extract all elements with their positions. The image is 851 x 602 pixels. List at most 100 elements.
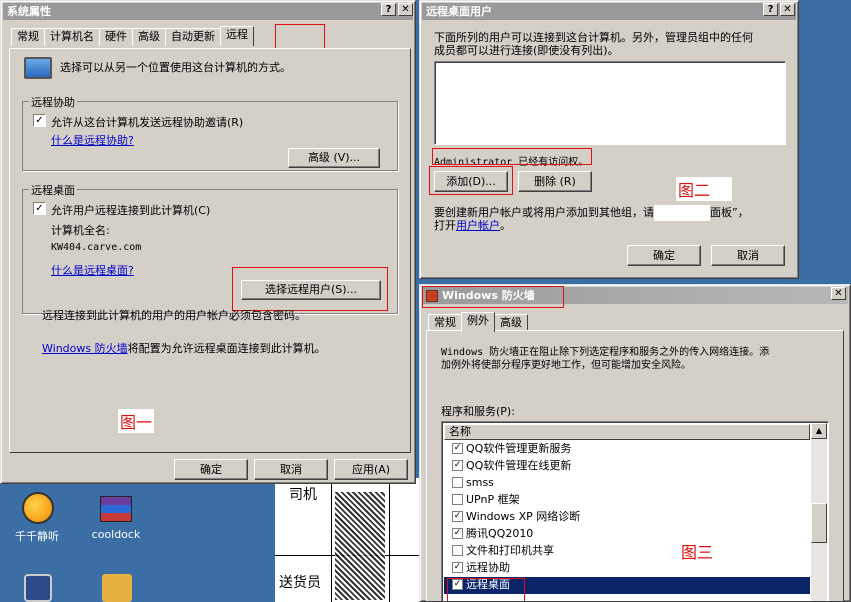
remote-tab-panel: 选择可以从另一个位置使用这台计算机的方式。 远程协助 ✓ 允许从这台计算机发送远… (9, 48, 411, 453)
system-properties-window: 系统属性 ? ✕ 常规 计算机名 硬件 高级 自动更新 远程 选择可以从另一个位… (0, 0, 416, 484)
firewall-list-item[interactable]: ✓ QQ软件管理在线更新 (444, 458, 810, 475)
cancel-button[interactable]: 取消 (711, 245, 785, 266)
doc-delivery-label: 送货员 (279, 575, 321, 591)
firewall-item-label: QQ软件管理在线更新 (466, 459, 572, 472)
firewall-item-label: 文件和打印机共享 (466, 544, 554, 557)
figure-one-label: 图一 (118, 409, 155, 433)
add-button-highlight (429, 166, 513, 195)
help-button[interactable]: ? (763, 3, 778, 16)
assist-checkbox[interactable]: ✓ (33, 114, 46, 127)
redacted-block (654, 205, 710, 221)
ok-button[interactable]: 确定 (174, 459, 248, 480)
what-is-remote-desktop-link[interactable]: 什么是远程桌面? (51, 262, 134, 278)
desktop-checkbox-label[interactable]: 允许用户远程连接到此计算机(C) (51, 202, 210, 218)
firewall-list-item[interactable]: smss (444, 475, 810, 492)
exceptions-panel: Windows 防火墙正在阻止除下列选定程序和服务之外的传入网络连接。添 加例外… (426, 330, 844, 601)
windows-firewall-window: Windows 防火墙 ✕ 常规 例外 高级 Windows 防火墙正在阻止除下… (419, 284, 851, 602)
what-is-remote-assistance-link[interactable]: 什么是远程协助? (51, 132, 134, 148)
firewall-item-label: Windows XP 网络诊断 (466, 510, 581, 523)
advanced-button[interactable]: 高级 (V)... (288, 148, 380, 168)
firewall-description-line2: 加例外将使部分程序更好地工作，但可能增加安全风险。 (441, 360, 691, 371)
programs-services-label: 程序和服务(P): (441, 405, 515, 418)
remote-assistance-title: 远程协助 (29, 94, 77, 110)
doc-driver-label: 司机 (289, 487, 317, 503)
firewall-item-label: 腾讯QQ2010 (466, 527, 534, 540)
remote-intro-text: 选择可以从另一个位置使用这台计算机的方式。 (60, 61, 291, 74)
remote-desktop-item-highlight (447, 578, 525, 601)
figure-three-label: 图三 (679, 539, 716, 563)
kmplayer-icon[interactable] (24, 574, 52, 602)
remote-tab-highlight (275, 24, 325, 50)
winrar-icon[interactable] (100, 496, 132, 522)
redacted-scribble (335, 492, 385, 600)
firewall-list-item[interactable]: UPnP 框架 (444, 492, 810, 509)
remote-users-titlebar[interactable]: 远程桌面用户 (422, 3, 796, 20)
firewall-item-checkbox[interactable] (452, 477, 463, 488)
tab-exceptions[interactable]: 例外 (461, 312, 495, 332)
firewall-list-item[interactable]: ✓ Windows XP 网络诊断 (444, 509, 810, 526)
cooldock-label[interactable]: cooldock (81, 528, 151, 541)
firewall-list-item[interactable]: ✓ 腾讯QQ2010 (444, 526, 810, 543)
remote-assistance-group: 远程协助 ✓ 允许从这台计算机发送远程协助邀请(R) 什么是远程协助? 高级 (… (22, 94, 398, 171)
full-computer-name-value: KW404.carve.com (51, 242, 142, 253)
ttplayer-icon[interactable] (22, 492, 54, 524)
folder-icon[interactable] (102, 574, 132, 602)
remote-desktop-title: 远程桌面 (29, 182, 77, 198)
window-title: 系统属性 (7, 5, 51, 18)
password-note: 远程连接到此计算机的用户的用户帐户必须包含密码。 (42, 309, 306, 322)
window-title: 远程桌面用户 (426, 5, 492, 18)
firewall-item-label: QQ软件管理更新服务 (466, 442, 572, 455)
firewall-item-checkbox[interactable]: ✓ (452, 460, 463, 471)
windows-firewall-link[interactable]: Windows 防火墙 (42, 342, 128, 355)
monitor-icon (24, 57, 52, 79)
scroll-up-button[interactable]: ▲ (811, 423, 827, 439)
hint-line2: 打开用户帐户。 (434, 219, 511, 232)
figure-two-label: 图二 (676, 177, 732, 201)
assist-checkbox-label[interactable]: 允许从这台计算机发送远程协助邀请(R) (51, 114, 243, 130)
admin-note-highlight (432, 148, 592, 165)
firewall-note: Windows 防火墙将配置为允许远程桌面连接到此计算机。 (42, 342, 326, 355)
desktop: 千千静听 cooldock (0, 478, 275, 602)
tab-computer-name[interactable]: 计算机名 (44, 28, 100, 46)
column-header-name[interactable]: 名称 (444, 424, 810, 440)
firewall-title-highlight (422, 286, 564, 308)
firewall-list-item[interactable]: 文件和打印机共享 (444, 543, 810, 560)
close-button[interactable]: ✕ (398, 3, 413, 16)
programs-list[interactable]: 名称 ✓ QQ软件管理更新服务 ✓ QQ软件管理在线更新 smss UPnP 框架 ✓ Win… (441, 421, 829, 601)
tab-automatic-updates[interactable]: 自动更新 (165, 28, 221, 46)
firewall-item-checkbox[interactable]: ✓ (452, 443, 463, 454)
firewall-item-checkbox[interactable]: ✓ (452, 511, 463, 522)
full-computer-name-label: 计算机全名: (51, 224, 110, 237)
firewall-item-label: UPnP 框架 (466, 493, 520, 506)
desktop-checkbox[interactable]: ✓ (33, 202, 46, 215)
users-list[interactable] (434, 61, 786, 145)
firewall-item-checkbox[interactable]: ✓ (452, 528, 463, 539)
tab-advanced[interactable]: 高级 (132, 28, 166, 46)
firewall-item-label: smss (466, 476, 494, 489)
system-properties-titlebar[interactable]: 系统属性 (3, 3, 413, 20)
firewall-item-checkbox[interactable] (452, 494, 463, 505)
firewall-list-item[interactable]: ✓ QQ软件管理更新服务 (444, 441, 810, 458)
cancel-button[interactable]: 取消 (254, 459, 328, 480)
close-button[interactable]: ✕ (831, 287, 846, 300)
vertical-scrollbar[interactable]: ▲ (811, 423, 827, 601)
scroll-thumb[interactable] (811, 503, 827, 543)
tab-remote[interactable]: 远程 (220, 26, 254, 46)
firewall-list-item[interactable]: ✓ 远程协助 (444, 560, 810, 577)
document-fragment: 司机 送货员 (275, 478, 420, 602)
remove-button[interactable]: 删除 (R) (518, 171, 592, 192)
ok-button[interactable]: 确定 (627, 245, 701, 266)
ttplayer-label[interactable]: 千千静听 (2, 528, 72, 544)
tab-hardware[interactable]: 硬件 (99, 28, 133, 46)
users-description-line2: 成员都可以进行连接(即使没有列出)。 (434, 44, 619, 57)
firewall-item-checkbox[interactable] (452, 545, 463, 556)
tab-general[interactable]: 常规 (11, 28, 45, 46)
help-button[interactable]: ? (381, 3, 396, 16)
apply-button[interactable]: 应用(A) (334, 459, 408, 480)
firewall-item-checkbox[interactable]: ✓ (452, 562, 463, 573)
firewall-item-label: 远程协助 (466, 561, 510, 574)
close-button[interactable]: ✕ (780, 3, 795, 16)
select-users-highlight (232, 267, 388, 311)
remote-desktop-users-window: 远程桌面用户 ? ✕ 下面所列的用户可以连接到这台计算机。另外，管理员组中的任何… (419, 0, 799, 279)
user-accounts-link[interactable]: 用户帐户 (456, 219, 500, 232)
